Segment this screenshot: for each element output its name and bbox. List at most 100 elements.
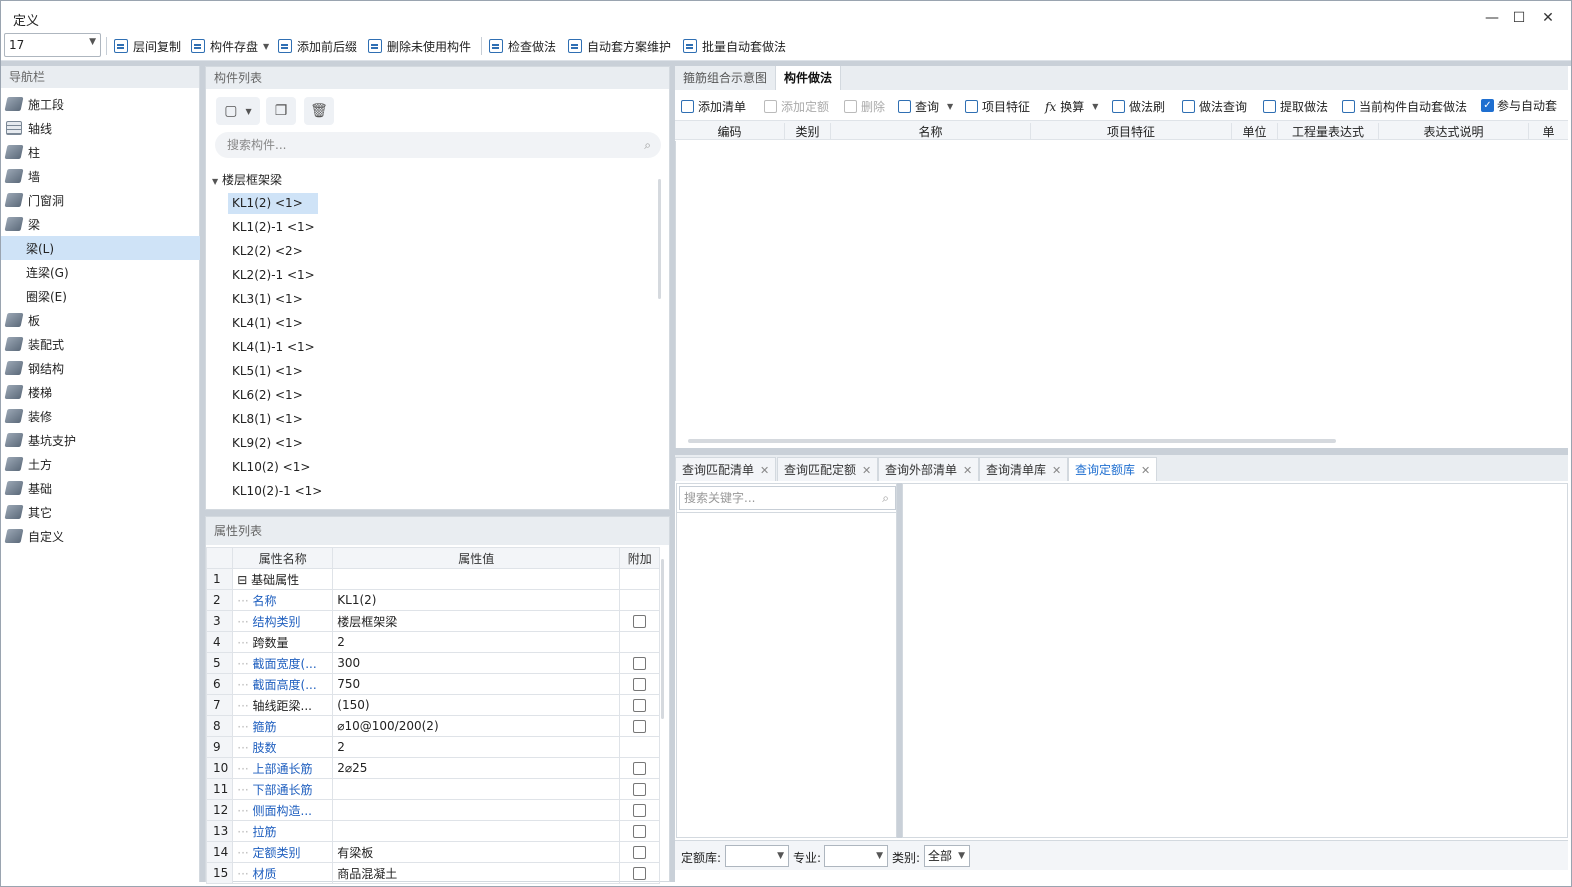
- scrollbar[interactable]: [658, 179, 661, 299]
- horizontal-scrollbar[interactable]: [688, 439, 1336, 443]
- component-item[interactable]: KL8(1) <1>: [228, 409, 307, 430]
- nav-item-steel[interactable]: 钢结构: [1, 356, 200, 380]
- extract-method-button[interactable]: 提取做法: [1263, 98, 1328, 115]
- close-icon[interactable]: ✕: [760, 464, 769, 477]
- property-row[interactable]: 9 ··· 肢数 2: [205, 736, 661, 758]
- scrollbar[interactable]: [661, 559, 664, 719]
- property-row[interactable]: 4 ··· 跨数量 2: [205, 631, 661, 653]
- property-value[interactable]: [332, 568, 621, 590]
- new-component-button[interactable]: ▢ ▼: [216, 97, 260, 125]
- property-row[interactable]: 2 ··· 名称 KL1(2): [205, 589, 661, 611]
- extra-checkbox[interactable]: [633, 783, 647, 796]
- delete-unused-button[interactable]: 删除未使用构件: [368, 36, 471, 56]
- property-value[interactable]: 750: [332, 673, 621, 695]
- property-value[interactable]: 300: [332, 652, 621, 674]
- nav-item-pit-support[interactable]: 基坑支护: [1, 428, 200, 452]
- component-item[interactable]: KL10(2)-1 <1>: [228, 481, 326, 502]
- tab-component-method[interactable]: 构件做法: [775, 66, 842, 90]
- extra-checkbox[interactable]: [633, 867, 647, 880]
- nav-item-stairs[interactable]: 楼梯: [1, 380, 200, 404]
- current-auto-button[interactable]: 当前构件自动套做法: [1342, 98, 1467, 115]
- delete-component-button[interactable]: 🗑: [304, 97, 334, 125]
- floor-copy-button[interactable]: 层间复制: [114, 36, 181, 56]
- property-value[interactable]: [332, 778, 621, 800]
- query-button[interactable]: 查询 ▼: [898, 98, 953, 115]
- floor-select[interactable]: 17 ▼: [4, 33, 101, 57]
- quota-lib-select[interactable]: ▼: [725, 845, 789, 867]
- property-value[interactable]: 楼层框架梁: [332, 610, 621, 632]
- property-row[interactable]: 3 ··· 结构类别 楼层框架梁: [205, 610, 661, 632]
- nav-item-prefab[interactable]: 装配式: [1, 332, 200, 356]
- add-quota-button[interactable]: 添加定额: [764, 98, 829, 115]
- minimize-button[interactable]: —: [1477, 7, 1507, 29]
- property-value[interactable]: 商品混凝土: [332, 862, 621, 884]
- join-auto-checkbox[interactable]: ✓ 参与自动套: [1481, 97, 1557, 114]
- close-icon[interactable]: ✕: [1052, 464, 1061, 477]
- close-icon[interactable]: ✕: [1141, 464, 1150, 477]
- tab-match-list[interactable]: 查询匹配清单 ✕: [675, 457, 777, 481]
- delete-button[interactable]: 删除: [844, 98, 885, 115]
- property-row[interactable]: 11 ··· 下部通长筋: [205, 778, 661, 800]
- check-method-button[interactable]: 检查做法: [489, 36, 556, 56]
- maximize-button[interactable]: ☐: [1504, 7, 1534, 29]
- item-feature-button[interactable]: 项目特征: [965, 98, 1030, 115]
- batch-auto-button[interactable]: 批量自动套做法: [683, 36, 786, 56]
- extra-checkbox[interactable]: [633, 657, 647, 670]
- tab-match-quota[interactable]: 查询匹配定额 ✕: [777, 457, 879, 481]
- copy-component-button[interactable]: ❐: [266, 97, 296, 125]
- property-row[interactable]: 1 ⊟ 基础属性: [205, 568, 661, 590]
- property-row[interactable]: 12 ··· 侧面构造...: [205, 799, 661, 821]
- add-prefix-suffix-button[interactable]: 添加前后缀: [278, 36, 357, 56]
- component-save-button[interactable]: 构件存盘 ▼: [191, 36, 269, 56]
- extra-checkbox[interactable]: [633, 678, 647, 691]
- add-list-button[interactable]: 添加清单: [681, 98, 746, 115]
- component-item[interactable]: KL2(2) <2>: [228, 241, 307, 262]
- property-row[interactable]: 8 ··· 箍筋 ⌀10@100/200(2): [205, 715, 661, 737]
- property-value[interactable]: 2: [332, 736, 621, 758]
- nav-item-other[interactable]: 其它: [1, 500, 200, 524]
- component-item[interactable]: KL4(1) <1>: [228, 313, 307, 334]
- tab-list-library[interactable]: 查询清单库 ✕: [979, 457, 1069, 481]
- property-row[interactable]: 14 ··· 定额类别 有梁板: [205, 841, 661, 863]
- extra-checkbox[interactable]: [633, 825, 647, 838]
- tab-quota-library[interactable]: 查询定额库 ✕: [1068, 457, 1158, 481]
- component-search-input[interactable]: 搜索构件... ⌕: [215, 132, 661, 158]
- component-item[interactable]: KL9(2) <1>: [228, 433, 307, 454]
- extra-checkbox[interactable]: [633, 720, 647, 733]
- component-item[interactable]: KL1(2)-1 <1>: [228, 217, 319, 238]
- nav-item-beam-l[interactable]: 梁(L): [1, 236, 200, 260]
- property-row[interactable]: 13 ··· 拉筋: [205, 820, 661, 842]
- property-value[interactable]: 有梁板: [332, 841, 621, 863]
- property-row[interactable]: 10 ··· 上部通长筋 2⌀25: [205, 757, 661, 779]
- extra-checkbox[interactable]: [633, 804, 647, 817]
- nav-item-door-window[interactable]: 门窗洞: [1, 188, 200, 212]
- component-item[interactable]: KL4(1)-1 <1>: [228, 337, 319, 358]
- nav-item-ring-beam[interactable]: 圈梁(E): [1, 284, 200, 308]
- type-select[interactable]: 全部 ▼: [924, 845, 970, 867]
- property-value[interactable]: KL1(2): [332, 589, 621, 611]
- extra-checkbox[interactable]: [633, 699, 647, 712]
- major-select[interactable]: ▼: [824, 845, 888, 867]
- splitter[interactable]: [675, 448, 1568, 455]
- nav-item-column[interactable]: 柱: [1, 140, 200, 164]
- method-query-button[interactable]: 做法查询: [1182, 98, 1247, 115]
- close-icon[interactable]: ✕: [862, 464, 871, 477]
- tab-stirrup-diagram[interactable]: 箍筋组合示意图: [675, 66, 775, 90]
- auto-scheme-button[interactable]: 自动套方案维护: [568, 36, 671, 56]
- component-item[interactable]: KL1(2) <1>: [228, 193, 318, 214]
- keyword-search-input[interactable]: 搜索关键字... ⌕: [679, 486, 896, 510]
- nav-item-foundation[interactable]: 基础: [1, 476, 200, 500]
- property-row[interactable]: 5 ··· 截面宽度(... 300: [205, 652, 661, 674]
- component-item[interactable]: KL2(2)-1 <1>: [228, 265, 319, 286]
- tab-external-list[interactable]: 查询外部清单 ✕: [878, 457, 980, 481]
- property-row[interactable]: 7 ··· 轴线距梁... (150): [205, 694, 661, 716]
- extra-checkbox[interactable]: [633, 615, 647, 628]
- component-item[interactable]: KL5(1) <1>: [228, 361, 307, 382]
- property-value[interactable]: 2⌀25: [332, 757, 621, 779]
- nav-item-link-beam[interactable]: 连梁(G): [1, 260, 200, 284]
- component-item[interactable]: KL10(2) <1>: [228, 457, 314, 478]
- extra-checkbox[interactable]: [633, 846, 647, 859]
- property-value[interactable]: [332, 799, 621, 821]
- property-value[interactable]: ⌀10@100/200(2): [332, 715, 621, 737]
- convert-button[interactable]: fx 换算 ▼: [1045, 98, 1098, 115]
